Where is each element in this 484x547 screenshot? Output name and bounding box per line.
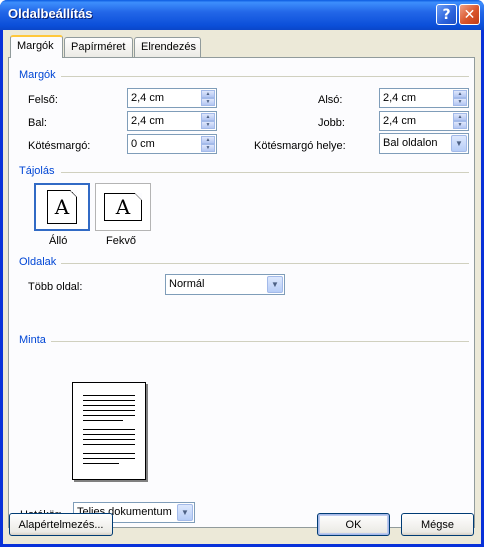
gutter-position-select[interactable]: Bal oldalon ▼ [379,133,469,154]
ok-button-label: OK [345,518,362,531]
preview-divider [51,341,469,342]
spin-down-icon[interactable]: ▼ [453,121,467,129]
pages-group-label: Oldalak [19,256,57,268]
tab-paper-size-label: Papírméret [71,41,126,53]
landscape-button[interactable]: A [95,183,151,231]
gutter-spinner[interactable]: 0 cm ▲ ▼ [127,134,217,154]
top-margin-label: Felső: [28,94,58,106]
ok-button[interactable]: OK [317,513,390,536]
left-margin-label: Bal: [28,117,47,129]
gutter-position-value: Bal oldalon [383,137,438,149]
portrait-label: Álló [49,235,68,247]
multiple-pages-select[interactable]: Normál ▼ [165,274,285,295]
margins-divider [61,76,469,77]
spin-up-icon[interactable]: ▲ [453,90,467,98]
margins-group-label: Margók [19,69,56,81]
spin-up-icon[interactable]: ▲ [201,113,215,121]
multiple-pages-value: Normál [169,278,205,290]
chevron-down-icon[interactable]: ▼ [267,276,283,293]
default-button-label: Alapértelmezés... [18,518,104,531]
pages-divider [61,263,469,264]
spin-down-icon[interactable]: ▼ [201,98,215,106]
left-margin-value: 2,4 cm [131,115,165,127]
cancel-button-label: Mégse [420,518,455,531]
preview-page [72,382,146,480]
preview-group-label: Minta [19,334,46,346]
portrait-button[interactable]: A [34,183,90,231]
window-title: Oldalbeállítás [8,6,93,21]
spin-up-icon[interactable]: ▲ [201,136,215,144]
orientation-divider [61,172,469,173]
cancel-button[interactable]: Mégse [401,513,474,536]
spin-up-icon[interactable]: ▲ [453,113,467,121]
landscape-label: Fekvő [106,235,136,247]
top-margin-spinner[interactable]: 2,4 cm ▲ ▼ [127,88,217,108]
bottom-margin-spinner[interactable]: 2,4 cm ▲ ▼ [379,88,469,108]
landscape-page-icon: A [104,193,142,221]
tab-paper-size[interactable]: Papírméret [64,37,133,57]
chevron-down-icon[interactable]: ▼ [451,135,467,152]
tab-margins[interactable]: Margók [10,35,63,58]
margins-panel: Margók Felső: 2,4 cm ▲ ▼ Alsó: 2,4 cm ▲ ▼ … [8,57,475,528]
gutter-position-label: Kötésmargó helye: [254,140,346,152]
default-button[interactable]: Alapértelmezés... [9,513,113,536]
right-margin-value: 2,4 cm [383,115,417,127]
right-margin-label: Jobb: [318,117,345,129]
orientation-group-label: Tájolás [19,165,55,177]
spin-down-icon[interactable]: ▼ [453,98,467,106]
bottom-margin-value: 2,4 cm [383,92,417,104]
portrait-page-icon: A [47,190,77,224]
chevron-down-icon[interactable]: ▼ [177,504,193,521]
bottom-margin-label: Alsó: [318,94,343,106]
gutter-label: Kötésmargó: [28,140,91,152]
tab-margins-label: Margók [17,40,54,52]
spin-down-icon[interactable]: ▼ [201,121,215,129]
top-margin-value: 2,4 cm [131,92,165,104]
tab-layout-label: Elrendezés [141,41,197,53]
close-icon: ✕ [463,6,476,23]
title-bar[interactable]: Oldalbeállítás ? ✕ [0,0,484,30]
spin-up-icon[interactable]: ▲ [201,90,215,98]
page-letter: A [54,195,70,219]
dialog-body: Margók Papírméret Elrendezés Margók Fels… [3,30,481,544]
close-button[interactable]: ✕ [459,4,480,25]
multiple-pages-label: Több oldal: [28,281,83,293]
question-mark-icon: ? [442,6,451,23]
help-button[interactable]: ? [436,4,457,25]
page-setup-dialog: Oldalbeállítás ? ✕ Margók Papírméret Elr… [0,0,484,547]
gutter-value: 0 cm [131,138,155,150]
tab-layout[interactable]: Elrendezés [134,37,201,57]
page-letter: A [115,195,131,219]
right-margin-spinner[interactable]: 2,4 cm ▲ ▼ [379,111,469,131]
spin-down-icon[interactable]: ▼ [201,144,215,152]
left-margin-spinner[interactable]: 2,4 cm ▲ ▼ [127,111,217,131]
